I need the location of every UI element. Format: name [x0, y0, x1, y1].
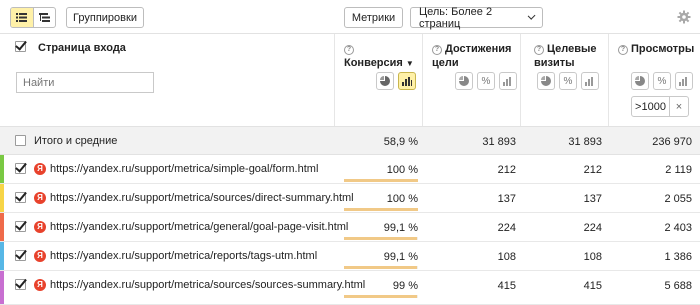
column-title-pageviews: Просмотры — [631, 43, 695, 55]
row-conversion: 99,1 % — [383, 222, 418, 234]
row-url[interactable]: https://yandex.ru/support/metrica/simple… — [50, 163, 318, 175]
gear-icon[interactable] — [677, 10, 691, 24]
yandex-logo-icon: Я — [34, 192, 46, 204]
column-title-goal-reaches: Достижения цели — [432, 43, 512, 69]
bar-chart-toggle[interactable] — [675, 72, 693, 90]
row-checkbox[interactable] — [15, 279, 26, 290]
percent-toggle[interactable]: % — [653, 72, 671, 90]
yandex-logo-icon: Я — [34, 221, 46, 233]
row-target-visits: 415 — [583, 280, 602, 292]
row-url[interactable]: https://yandex.ru/support/metrica/source… — [50, 192, 354, 204]
percent-toggle[interactable]: % — [559, 72, 577, 90]
row-checkbox[interactable] — [15, 163, 26, 174]
bar-chart-toggle[interactable] — [499, 72, 517, 90]
yandex-logo-icon: Я — [34, 250, 46, 262]
row-url[interactable]: https://yandex.ru/support/metrica/genera… — [50, 221, 348, 233]
row-target-visits: 224 — [583, 222, 602, 234]
sort-desc-icon: ▼ — [405, 59, 414, 68]
bar-chart-toggle[interactable] — [581, 72, 599, 90]
help-icon[interactable]: ? — [534, 45, 544, 55]
dimension-title: Страница входа — [38, 42, 126, 54]
row-color-marker — [0, 213, 4, 241]
conversion-bar — [344, 295, 417, 298]
row-goal-reaches: 137 — [497, 193, 516, 205]
column-header-pageviews[interactable]: ? Просмотры — [618, 42, 698, 56]
conversion-bar — [344, 237, 417, 240]
table-row[interactable]: Я https://yandex.ru/support/metrica/gene… — [0, 213, 700, 242]
view-mode-switch — [10, 7, 56, 28]
groupings-button[interactable]: Группировки — [66, 7, 144, 28]
row-pageviews: 5 688 — [664, 280, 692, 292]
help-icon[interactable]: ? — [618, 45, 628, 55]
chevron-down-icon — [527, 11, 536, 20]
table-row[interactable]: Я https://yandex.ru/support/metrica/sour… — [0, 184, 700, 213]
filter-value[interactable]: >1000 — [632, 97, 670, 116]
totals-label: Итого и средние — [34, 135, 118, 147]
row-pageviews: 1 386 — [664, 251, 692, 263]
conversion-bar — [344, 266, 417, 269]
row-target-visits: 108 — [583, 251, 602, 263]
column-title-conversion: Конверсия — [344, 57, 403, 69]
row-goal-reaches: 212 — [497, 164, 516, 176]
column-header-target-visits[interactable]: ? Целевые визиты — [534, 42, 600, 70]
totals-row: Итого и средние 58,9 % 31 893 31 893 236… — [0, 126, 700, 155]
yandex-logo-icon: Я — [34, 279, 46, 291]
row-color-marker — [0, 184, 4, 212]
clear-filter-icon[interactable]: × — [670, 97, 688, 116]
total-conversion: 58,9 % — [383, 136, 418, 148]
row-target-visits: 212 — [583, 164, 602, 176]
total-pageviews: 236 970 — [652, 136, 692, 148]
row-goal-reaches: 415 — [497, 280, 516, 292]
metrics-button[interactable]: Метрики — [344, 7, 403, 28]
row-checkbox[interactable] — [15, 250, 26, 261]
total-target-visits: 31 893 — [568, 136, 602, 148]
totals-checkbox[interactable] — [15, 135, 26, 146]
report-toolbar: Группировки Метрики Цель: Более 2 страни… — [0, 0, 700, 34]
pie-chart-toggle[interactable] — [631, 72, 649, 90]
row-pageviews: 2 055 — [664, 193, 692, 205]
pie-chart-toggle[interactable] — [537, 72, 555, 90]
table-row[interactable]: Я https://yandex.ru/support/metrica/simp… — [0, 155, 700, 184]
conversion-bar — [344, 208, 418, 211]
row-goal-reaches: 224 — [497, 222, 516, 234]
row-target-visits: 137 — [583, 193, 602, 205]
row-conversion: 99,1 % — [383, 251, 418, 263]
goal-select-label: Цель: Более 2 страниц — [419, 5, 493, 30]
conversion-bar — [344, 179, 418, 182]
row-color-marker — [0, 155, 4, 183]
row-pageviews: 2 119 — [665, 164, 692, 176]
row-color-marker — [0, 271, 4, 304]
table-row[interactable]: Я https://yandex.ru/support/metrica/sour… — [0, 271, 700, 305]
help-icon[interactable]: ? — [344, 45, 354, 55]
row-pageviews: 2 403 — [664, 222, 692, 234]
row-checkbox[interactable] — [15, 221, 26, 232]
row-url[interactable]: https://yandex.ru/support/metrica/report… — [50, 250, 317, 262]
pie-chart-toggle[interactable] — [455, 72, 473, 90]
row-color-marker — [0, 242, 4, 270]
tree-view-icon[interactable] — [32, 8, 55, 27]
bar-chart-toggle[interactable] — [398, 72, 416, 90]
pageviews-filter: >1000 × — [631, 96, 689, 117]
goal-select[interactable]: Цель: Более 2 страниц — [410, 5, 543, 30]
search-input[interactable] — [16, 72, 154, 93]
total-goal-reaches: 31 893 — [482, 136, 516, 148]
row-conversion: 100 % — [386, 164, 418, 176]
row-url[interactable]: https://yandex.ru/support/metrica/source… — [50, 279, 365, 291]
table-row[interactable]: Я https://yandex.ru/support/metrica/repo… — [0, 242, 700, 271]
row-goal-reaches: 108 — [497, 251, 516, 263]
yandex-logo-icon: Я — [34, 163, 46, 175]
help-icon[interactable]: ? — [432, 45, 442, 55]
row-conversion: 100 % — [386, 193, 418, 205]
row-conversion: 99 % — [392, 280, 418, 292]
pie-chart-toggle[interactable] — [376, 72, 394, 90]
column-header-conversion[interactable]: ? Конверсия ▼ — [344, 42, 418, 71]
percent-toggle[interactable]: % — [477, 72, 495, 90]
list-view-icon[interactable] — [11, 8, 33, 27]
column-header-goal-reaches[interactable]: ? Достижения цели — [432, 42, 516, 70]
dimension-checkbox[interactable] — [15, 41, 26, 52]
row-checkbox[interactable] — [15, 192, 26, 203]
